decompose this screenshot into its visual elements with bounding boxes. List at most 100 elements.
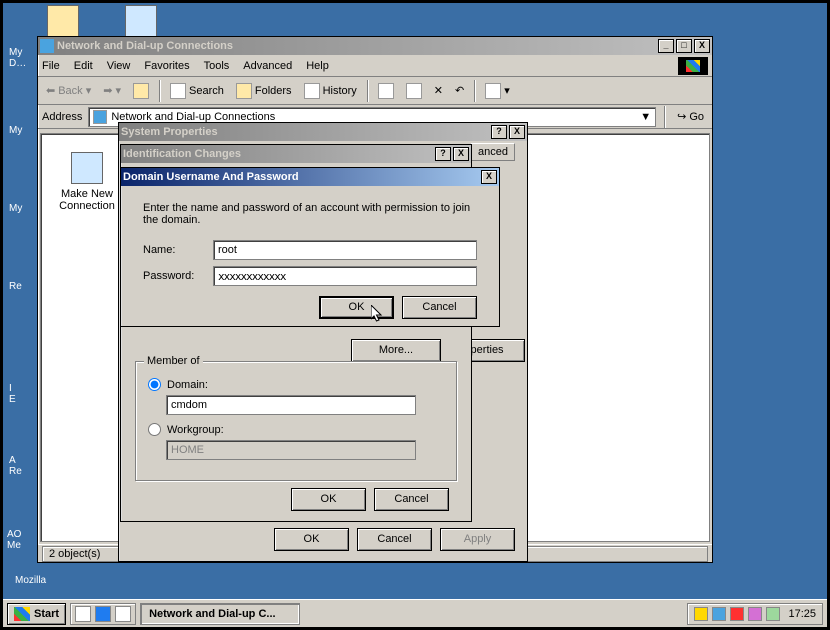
ok-button[interactable]: OK [319, 296, 394, 319]
tray-icon[interactable] [766, 607, 780, 621]
menu-file[interactable]: File [42, 60, 60, 72]
desktop-icon-label: My [9, 123, 35, 136]
back-button[interactable]: ⬅ Back ▾ [42, 82, 95, 99]
system-tray: 17:25 [687, 603, 823, 625]
search-icon [170, 83, 186, 99]
member-of-group: Member of Domain: Workgroup: [135, 361, 457, 481]
close-button[interactable]: X [694, 39, 710, 53]
name-label: Name: [143, 244, 213, 256]
quicklaunch-desktop-icon[interactable] [115, 606, 131, 622]
domain-radio[interactable]: Domain: [148, 378, 444, 391]
clock[interactable]: 17:25 [788, 608, 816, 620]
domain-input[interactable] [166, 395, 416, 415]
quicklaunch [70, 603, 136, 625]
folders-icon [236, 83, 252, 99]
windows-logo-icon [678, 57, 708, 75]
search-button[interactable]: Search [166, 81, 228, 101]
desktop-icon-label: AO Me [7, 503, 33, 575]
desktop-icon-label: My D… [9, 45, 35, 69]
dialog-title: Identification Changes [123, 148, 435, 160]
help-button[interactable]: ? [435, 147, 451, 161]
item-label: Make New Connection [47, 188, 127, 212]
menu-edit[interactable]: Edit [74, 60, 93, 72]
desktop-icon[interactable] [111, 5, 171, 37]
address-icon [93, 110, 107, 124]
menu-favorites[interactable]: Favorites [144, 60, 189, 72]
history-button[interactable]: History [300, 81, 361, 101]
maximize-button[interactable]: □ [676, 39, 692, 53]
menu-view[interactable]: View [107, 60, 131, 72]
close-button[interactable]: X [453, 147, 469, 161]
desktop-icon-label: My [9, 201, 35, 214]
ok-button[interactable]: OK [274, 528, 349, 551]
start-button[interactable]: Start [7, 603, 66, 625]
group-legend: Member of [144, 355, 203, 367]
copyto-icon [406, 83, 422, 99]
copyto-button[interactable] [402, 81, 426, 101]
connection-icon [71, 152, 103, 184]
instruction-text: Enter the name and password of an accoun… [143, 202, 477, 226]
desktop-icon-label: Re [9, 279, 35, 292]
desktop-icon-label: A Re [9, 429, 35, 501]
sysprops-titlebar[interactable]: System Properties ? X [119, 123, 527, 141]
domain-radio-input[interactable] [148, 378, 161, 391]
tray-icon[interactable] [694, 607, 708, 621]
undo-button[interactable]: ↶ [451, 82, 468, 99]
dialog-title: System Properties [121, 126, 491, 138]
minimize-button[interactable]: _ [658, 39, 674, 53]
tab-advanced[interactable]: anced [471, 143, 515, 161]
desktop-icon-label: I E [9, 357, 35, 429]
computer-icon [125, 5, 157, 37]
toolbar: ⬅ Back ▾ ➡ ▾ Search Folders History ✕ ↶ … [38, 77, 712, 105]
address-label: Address [42, 111, 82, 123]
menu-advanced[interactable]: Advanced [243, 60, 292, 72]
password-input[interactable] [213, 266, 477, 286]
list-item-make-new-connection[interactable]: Make New Connection [47, 152, 127, 212]
views-button[interactable]: ▾ [481, 81, 514, 101]
up-button[interactable] [129, 81, 153, 101]
explorer-titlebar[interactable]: Network and Dial-up Connections _ □ X [38, 37, 712, 55]
name-input[interactable] [213, 240, 477, 260]
cancel-button[interactable]: Cancel [402, 296, 477, 319]
taskbar: Start Network and Dial-up C... 17:25 [3, 599, 827, 627]
domain-username-password-dialog: Domain Username And Password X Enter the… [120, 167, 500, 327]
apply-button[interactable]: Apply [440, 528, 515, 551]
domaindlg-titlebar[interactable]: Domain Username And Password X [121, 168, 499, 186]
menu-tools[interactable]: Tools [204, 60, 230, 72]
tray-icon[interactable] [748, 607, 762, 621]
menu-help[interactable]: Help [306, 60, 329, 72]
quicklaunch-icon[interactable] [75, 606, 91, 622]
workgroup-radio-input[interactable] [148, 423, 161, 436]
cancel-button[interactable]: Cancel [374, 488, 449, 511]
close-button[interactable]: X [509, 125, 525, 139]
start-label: Start [34, 608, 59, 620]
password-label: Password: [143, 270, 213, 282]
delete-button[interactable]: ✕ [430, 82, 447, 99]
idchanges-titlebar[interactable]: Identification Changes ? X [121, 145, 471, 163]
tray-icon[interactable] [712, 607, 726, 621]
cancel-button[interactable]: Cancel [357, 528, 432, 551]
quicklaunch-ie-icon[interactable] [95, 606, 111, 622]
desktop-icon-label: Mozilla [15, 573, 75, 586]
dialog-title: Domain Username And Password [123, 171, 481, 183]
desktop-icon[interactable] [33, 5, 93, 37]
go-button[interactable]: ↪ Go [673, 108, 708, 125]
folder-icon [47, 5, 79, 37]
moveto-icon [378, 83, 394, 99]
help-button[interactable]: ? [491, 125, 507, 139]
history-icon [304, 83, 320, 99]
folders-button[interactable]: Folders [232, 81, 296, 101]
workgroup-radio-label: Workgroup: [167, 424, 224, 436]
ok-button[interactable]: OK [291, 488, 366, 511]
tray-icon[interactable] [730, 607, 744, 621]
taskbar-button-label: Network and Dial-up C... [149, 608, 276, 620]
chevron-down-icon[interactable]: ▼ [640, 111, 651, 123]
moveto-button[interactable] [374, 81, 398, 101]
close-button[interactable]: X [481, 170, 497, 184]
domain-radio-label: Domain: [167, 379, 208, 391]
more-button[interactable]: More... [351, 339, 441, 362]
forward-button[interactable]: ➡ ▾ [99, 82, 125, 99]
taskbar-button-network[interactable]: Network and Dial-up C... [140, 603, 300, 625]
workgroup-input [166, 440, 416, 460]
workgroup-radio[interactable]: Workgroup: [148, 423, 444, 436]
